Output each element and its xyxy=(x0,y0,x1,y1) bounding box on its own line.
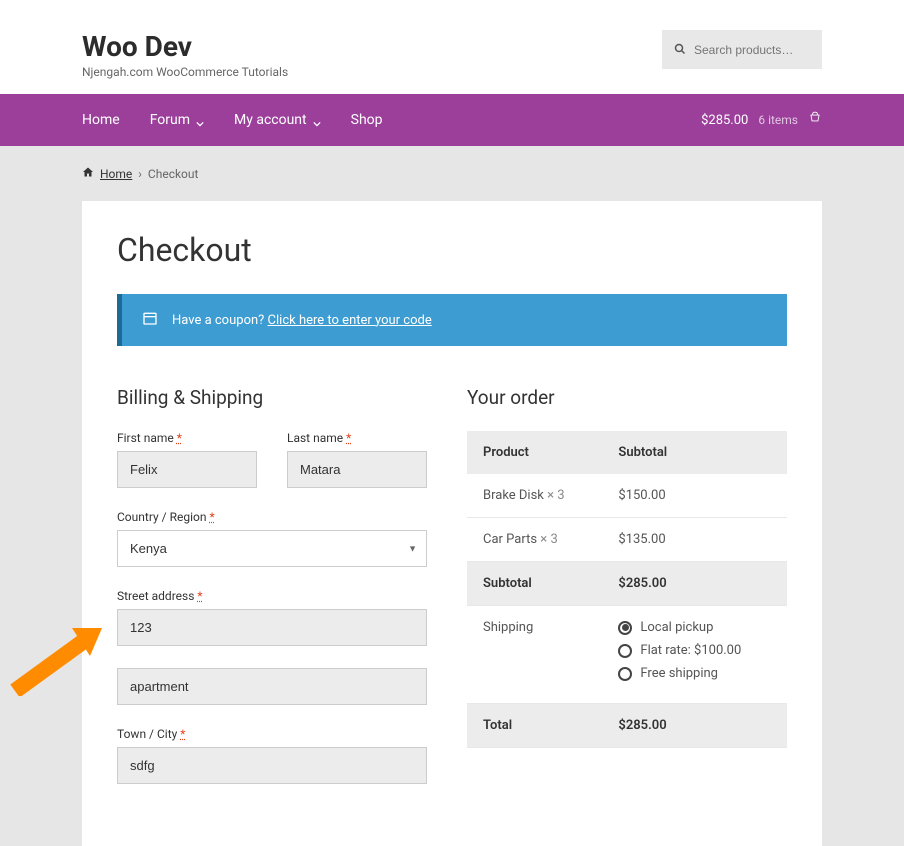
nav-shop[interactable]: Shop xyxy=(351,112,383,128)
breadcrumb-separator: › xyxy=(138,167,142,181)
radio-icon xyxy=(618,644,632,658)
apartment-input[interactable] xyxy=(117,668,427,705)
nav-links: Home Forum My account Shop xyxy=(82,112,383,128)
table-row: Brake Disk × 3 $150.00 xyxy=(467,474,787,518)
breadcrumb-home[interactable]: Home xyxy=(100,167,132,181)
breadcrumb-current: Checkout xyxy=(148,167,199,181)
calendar-icon xyxy=(142,310,158,330)
nav-forum[interactable]: Forum xyxy=(150,112,204,128)
city-input[interactable] xyxy=(117,747,427,784)
cart-icon xyxy=(808,111,822,129)
country-label: Country / Region * xyxy=(117,510,427,524)
coupon-text: Have a coupon? xyxy=(172,313,264,328)
breadcrumb: Home › Checkout xyxy=(82,146,822,201)
chevron-down-icon xyxy=(313,116,321,124)
site-branding: Woo Dev Njengah.com WooCommerce Tutorial… xyxy=(82,30,288,79)
site-tagline: Njengah.com WooCommerce Tutorials xyxy=(82,65,288,79)
billing-title: Billing & Shipping xyxy=(117,386,427,409)
radio-icon xyxy=(618,621,632,635)
country-select[interactable]: Kenya xyxy=(117,530,427,567)
search-icon xyxy=(674,40,686,59)
total-row: Total $285.00 xyxy=(467,704,787,748)
first-name-label: First name * xyxy=(117,431,257,445)
home-icon xyxy=(82,166,94,181)
cart-info[interactable]: $285.00 6 items xyxy=(701,111,822,129)
last-name-label: Last name * xyxy=(287,431,427,445)
shipping-row: Shipping Local pickup Flat rate: $100.00… xyxy=(467,606,787,704)
city-label: Town / City * xyxy=(117,727,427,741)
street-input[interactable] xyxy=(117,609,427,646)
subtotal-row: Subtotal $285.00 xyxy=(467,562,787,606)
cart-total: $285.00 xyxy=(701,113,748,128)
subtotal-header: Subtotal xyxy=(602,431,787,474)
first-name-input[interactable] xyxy=(117,451,257,488)
street-label: Street address * xyxy=(117,589,427,603)
search-input[interactable] xyxy=(694,43,810,57)
order-table: Product Subtotal Brake Disk × 3 $150.00 … xyxy=(467,431,787,748)
site-title: Woo Dev xyxy=(82,30,288,63)
coupon-bar: Have a coupon? Click here to enter your … xyxy=(117,294,787,346)
chevron-down-icon xyxy=(196,116,204,124)
page-title: Checkout xyxy=(117,231,787,269)
arrow-annotation xyxy=(10,616,105,696)
product-header: Product xyxy=(467,431,602,474)
last-name-input[interactable] xyxy=(287,451,427,488)
shipping-option[interactable]: Free shipping xyxy=(618,666,771,681)
search-box[interactable] xyxy=(662,30,822,69)
shipping-option[interactable]: Local pickup xyxy=(618,620,771,635)
shipping-option[interactable]: Flat rate: $100.00 xyxy=(618,643,771,658)
order-title: Your order xyxy=(467,386,787,409)
coupon-link[interactable]: Click here to enter your code xyxy=(268,313,432,328)
nav-home[interactable]: Home xyxy=(82,112,120,128)
cart-items: 6 items xyxy=(758,113,798,127)
table-row: Car Parts × 3 $135.00 xyxy=(467,518,787,562)
nav-account[interactable]: My account xyxy=(234,112,321,128)
